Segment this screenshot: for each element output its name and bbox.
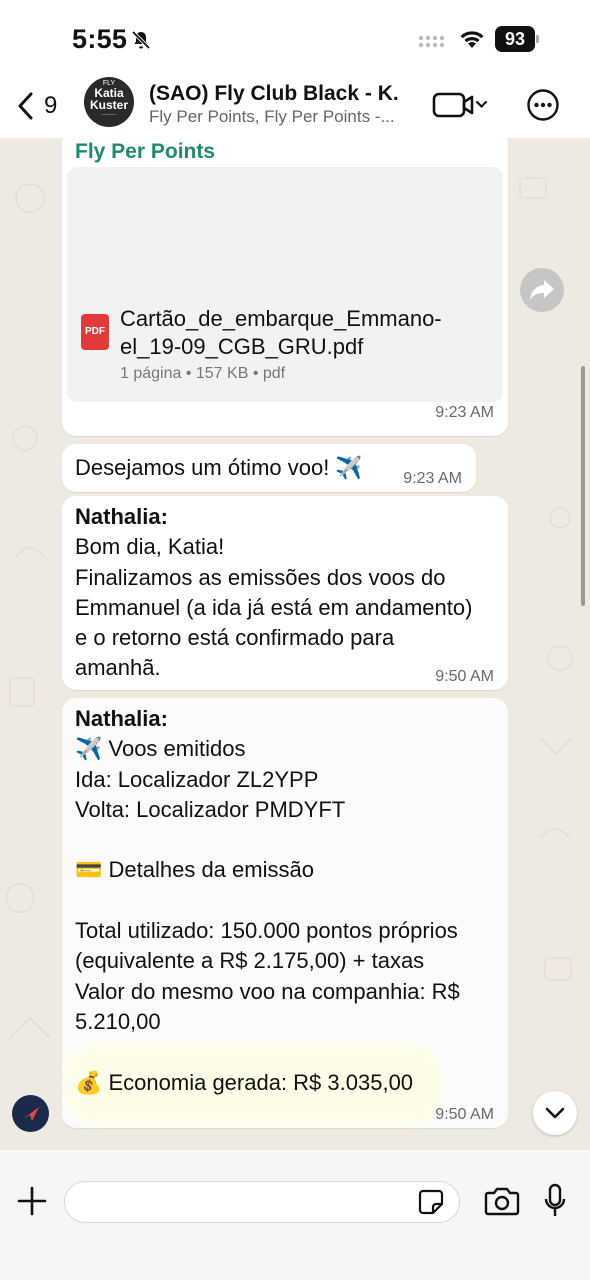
message-line: Emmanuel (a ida já está em andamento)	[75, 594, 473, 620]
message-line: 💳 Detalhes da emissão	[75, 857, 314, 883]
avatar-tagline: ———	[101, 112, 117, 118]
status-bar: 5:55 93	[0, 0, 590, 80]
message-text: Desejamos um ótimo voo! ✈️	[75, 455, 363, 480]
pdf-file-icon: PDF	[81, 314, 109, 350]
message-body: Nathalia: Bom dia, Katia! Finalizamos as…	[75, 502, 472, 684]
unread-count: 9	[44, 92, 58, 119]
wifi-icon	[460, 31, 484, 48]
forward-arrow-icon	[530, 280, 554, 300]
message-time: 9:23 AM	[403, 470, 462, 487]
message-line: Total utilizado: 150.000 pontos próprios	[75, 918, 458, 944]
pdf-attachment[interactable]: PDF Cartão_de_embarque_Emmano-el_19-09_C…	[67, 167, 503, 402]
message-time: 9:50 AM	[435, 668, 494, 685]
bell-muted-icon	[131, 30, 151, 50]
video-call-icon[interactable]	[432, 90, 488, 120]
message-sender: Fly Per Points	[75, 140, 216, 163]
status-time: 5:55	[72, 24, 128, 54]
message-line: ✈️ Voos emitidos	[75, 736, 246, 762]
cellular-signal-icon	[418, 35, 445, 48]
message-line: Valor do mesmo voo na companhia: R$	[75, 978, 460, 1004]
attachment-meta: 1 página • 157 KB • pdf	[120, 365, 286, 382]
plus-icon[interactable]	[16, 1185, 48, 1217]
attachment-file-name: Cartão_de_embarque_Emmano-el_19-09_CGB_G…	[120, 306, 442, 359]
battery-level: 93	[495, 26, 535, 52]
message-bubble-document[interactable]: Fly Per Points PDF Cartão_de_embarque_Em…	[62, 138, 508, 436]
message-input[interactable]	[64, 1181, 460, 1223]
message-author: Nathalia:	[75, 504, 168, 529]
floating-app-icon[interactable]	[12, 1095, 49, 1132]
message-line: amanhã.	[75, 655, 161, 681]
message-line: Finalizamos as emissões dos voos do	[75, 564, 446, 590]
message-line: 💰 Economia gerada: R$ 3.035,00	[75, 1069, 414, 1095]
message-body: Nathalia: ✈️ Voos emitidos Ida: Localiza…	[75, 704, 460, 1098]
message-line: Bom dia, Katia!	[75, 534, 225, 560]
group-avatar[interactable]: FLY Katia Kuster ———	[84, 77, 134, 127]
avatar-name-line2: Kuster	[89, 98, 128, 112]
sticker-icon[interactable]	[418, 1189, 444, 1215]
chat-participants[interactable]: Fly Per Points, Fly Per Points -...	[149, 107, 399, 127]
more-options-icon[interactable]	[526, 88, 560, 122]
battery-indicator: 93	[495, 26, 539, 52]
chat-header: 9 FLY Katia Kuster ——— (SAO) Fly Club Bl…	[0, 77, 590, 138]
message-bubble-text[interactable]: Nathalia: Bom dia, Katia! Finalizamos as…	[62, 496, 508, 690]
scroll-to-bottom-button[interactable]	[533, 1091, 577, 1135]
message-author: Nathalia:	[75, 706, 168, 731]
message-line: e o retorno está confirmado para	[75, 625, 395, 651]
microphone-icon[interactable]	[543, 1183, 567, 1219]
chevron-down-icon	[545, 1107, 565, 1119]
message-bubble-text[interactable]: Desejamos um ótimo voo! ✈️ 9:23 AM	[62, 444, 476, 492]
message-line: 5.210,00	[75, 1008, 161, 1034]
chevron-left-icon	[18, 92, 33, 120]
message-bubble-text[interactable]: Nathalia: ✈️ Voos emitidos Ida: Localiza…	[62, 698, 508, 1128]
battery-nub	[536, 35, 539, 43]
scroll-indicator[interactable]	[581, 366, 585, 606]
message-line: Ida: Localizador ZL2YPP	[75, 766, 319, 792]
message-line: (equivalente a R$ 2.175,00) + taxas	[75, 948, 425, 974]
message-compose-bar	[0, 1150, 590, 1280]
chat-title[interactable]: (SAO) Fly Club Black - K...	[149, 82, 399, 106]
chat-area[interactable]: Fly Per Points PDF Cartão_de_embarque_Em…	[0, 138, 590, 1150]
back-button[interactable]: 9	[16, 88, 64, 124]
camera-icon[interactable]	[484, 1186, 520, 1216]
message-time: 9:23 AM	[435, 404, 494, 421]
forward-button[interactable]	[520, 268, 564, 312]
plane-icon	[23, 1107, 39, 1121]
message-line: Volta: Localizador PMDYFT	[75, 796, 346, 822]
message-time: 9:50 AM	[435, 1106, 494, 1123]
